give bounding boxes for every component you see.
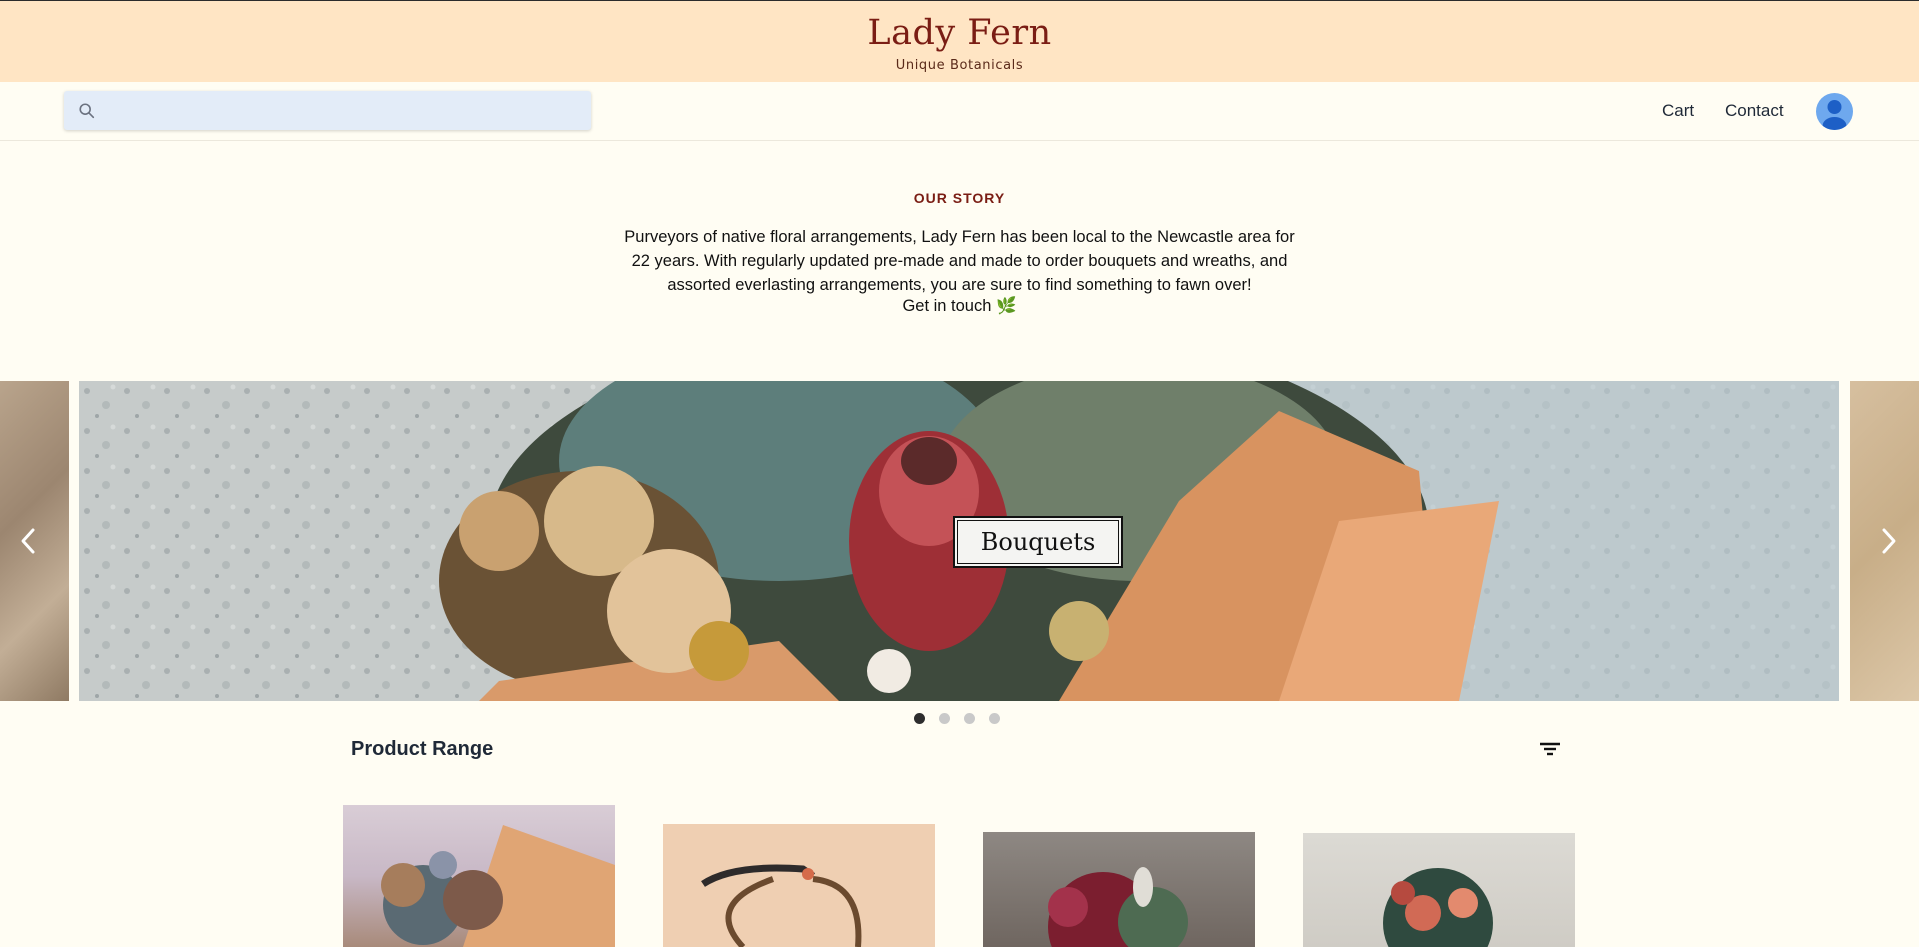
chevron-left-icon[interactable]	[8, 521, 48, 561]
story-body: Purveyors of native floral arrangements,…	[624, 228, 1295, 294]
search-icon	[79, 103, 95, 119]
contact-link[interactable]: Contact	[1725, 101, 1784, 121]
brand-subtitle: Unique Botanicals	[895, 58, 1024, 73]
product-card-2[interactable]	[663, 824, 935, 947]
product-image	[381, 825, 615, 947]
filter-icon[interactable]	[1537, 738, 1563, 760]
product-image	[1383, 868, 1493, 947]
carousel-dot-3[interactable]	[964, 713, 975, 724]
carousel-slide[interactable]: Bouquets	[79, 381, 1839, 701]
brand-title[interactable]: Lady Fern	[0, 13, 1919, 53]
slide-caption[interactable]: Bouquets	[953, 516, 1123, 568]
story-heading: OUR STORY	[913, 190, 1006, 206]
get-in-touch-link[interactable]: Get in touch 🌿	[902, 297, 1016, 315]
user-avatar-icon[interactable]	[1816, 93, 1853, 130]
search-box[interactable]	[64, 91, 591, 130]
cart-link[interactable]: Cart	[1662, 101, 1694, 121]
navbar: Cart Contact	[0, 82, 1919, 141]
chevron-right-icon[interactable]	[1869, 521, 1909, 561]
get-in-touch: Get in touch 🌿	[0, 297, 1919, 316]
product-image	[663, 824, 935, 947]
carousel-dots	[914, 713, 1000, 725]
product-card-3[interactable]	[983, 832, 1255, 947]
product-image	[1048, 867, 1188, 947]
category-carousel: Bouquets	[0, 381, 1919, 701]
carousel-dot-1[interactable]	[914, 713, 925, 724]
carousel-dot-4[interactable]	[989, 713, 1000, 724]
product-card-4[interactable]	[1303, 833, 1575, 947]
product-range-title: Product Range	[351, 738, 494, 760]
search-input[interactable]	[104, 91, 584, 130]
carousel-dot-2[interactable]	[939, 713, 950, 724]
brand-header: Lady Fern Unique Botanicals	[0, 0, 1919, 82]
product-card-1[interactable]	[343, 805, 615, 947]
